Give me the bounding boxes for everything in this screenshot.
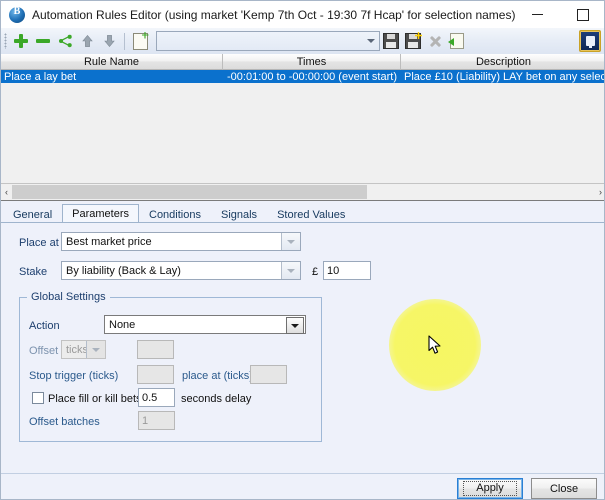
chevron-down-icon <box>92 347 100 352</box>
add-rule-button[interactable] <box>10 30 32 52</box>
minimize-icon[interactable] <box>515 1 560 28</box>
stake-dropdown-button[interactable] <box>281 262 300 279</box>
seconds-delay-label: seconds delay <box>181 393 252 405</box>
stake-value: By liability (Back & Lay) <box>66 264 181 277</box>
stake-amount-input[interactable]: 10 <box>323 261 371 280</box>
title-bar: Automation Rules Editor (using market 'K… <box>1 1 604 29</box>
offset-unit-value: ticks <box>66 343 88 356</box>
chevron-down-icon <box>287 268 295 273</box>
offset-unit-dropdown-button <box>86 341 105 358</box>
import-icon <box>448 33 464 49</box>
cell-description: Place £10 (Liability) LAY bet on any sel… <box>404 70 605 83</box>
chevron-down-icon <box>367 39 375 43</box>
tab-general[interactable]: General <box>3 206 62 223</box>
rule-set-combo[interactable] <box>156 31 380 51</box>
scroll-left-icon[interactable]: ‹ <box>1 184 12 200</box>
mouse-cursor <box>428 335 441 354</box>
arrow-up-icon <box>81 34 93 47</box>
share-icon <box>58 34 72 48</box>
delete-button[interactable] <box>424 30 446 52</box>
column-header-description[interactable]: Description <box>401 54 604 70</box>
toolbar-separator-1 <box>124 32 125 50</box>
new-document-button[interactable] <box>129 30 151 52</box>
offset-unit-combo: ticks <box>61 340 106 359</box>
move-up-button[interactable] <box>76 30 98 52</box>
tab-conditions[interactable]: Conditions <box>139 206 211 223</box>
tab-bar: General Parameters Conditions Signals St… <box>1 204 604 223</box>
close-x-icon <box>429 35 442 48</box>
scrollbar-track[interactable] <box>12 184 595 200</box>
tab-parameters[interactable]: Parameters <box>62 204 139 223</box>
action-dropdown-button[interactable] <box>286 317 304 334</box>
parameters-panel: Place at Best market price Stake By liab… <box>1 223 604 473</box>
apply-button-label: Apply <box>463 481 517 496</box>
fill-or-kill-delay-input[interactable]: 0.5 <box>138 388 175 407</box>
maximize-icon[interactable] <box>560 1 604 28</box>
fill-or-kill-label: Place fill or kill bets <box>48 393 142 405</box>
place-at-ticks-label: place at (ticks) <box>182 370 253 382</box>
rules-grid-header: Rule Name Times Description <box>1 54 604 70</box>
rules-grid-body: Place a lay bet -00:01:00 to -00:00:00 (… <box>1 70 605 184</box>
offset-label: Offset <box>29 345 59 357</box>
place-at-dropdown-button[interactable] <box>281 233 300 250</box>
remove-rule-button[interactable] <box>32 30 54 52</box>
footer-divider <box>1 473 604 474</box>
tab-signals[interactable]: Signals <box>211 206 267 223</box>
import-button[interactable] <box>446 30 468 52</box>
global-settings-title: Global Settings <box>27 291 110 303</box>
stop-trigger-label: Stop trigger (ticks) <box>29 370 119 382</box>
table-row[interactable]: Place a lay bet -00:01:00 to -00:00:00 (… <box>1 70 605 83</box>
place-at-label: Place at <box>19 237 59 249</box>
place-at-value: Best market price <box>66 235 152 248</box>
scrollbar-thumb[interactable] <box>12 185 367 199</box>
place-at-ticks-input <box>250 365 287 384</box>
pin-icon <box>585 36 595 48</box>
currency-symbol: £ <box>312 266 319 278</box>
app-icon <box>9 6 25 23</box>
stake-label: Stake <box>19 266 48 278</box>
automation-rules-editor-window: Automation Rules Editor (using market 'K… <box>0 0 605 500</box>
horizontal-scrollbar[interactable]: ‹ › <box>1 184 604 201</box>
toolbar-grip[interactable] <box>4 33 7 49</box>
save-icon <box>383 33 399 49</box>
toolbar <box>1 28 604 55</box>
apply-button[interactable]: Apply <box>457 478 523 499</box>
action-label: Action <box>29 320 60 332</box>
offset-value-input <box>137 340 174 359</box>
save-as-icon <box>405 32 422 49</box>
window-controls: ✕ <box>515 1 604 28</box>
branch-rule-button[interactable] <box>54 30 76 52</box>
plus-icon <box>14 34 28 48</box>
close-button[interactable]: Close <box>531 478 597 499</box>
arrow-down-icon <box>103 35 115 48</box>
new-document-icon <box>132 32 148 50</box>
save-as-button[interactable] <box>402 30 424 52</box>
chevron-down-icon <box>287 239 295 244</box>
cell-rule-name: Place a lay bet <box>4 70 77 83</box>
stop-trigger-input <box>137 365 174 384</box>
stake-combo[interactable]: By liability (Back & Lay) <box>61 261 301 280</box>
cell-times: -00:01:00 to -00:00:00 (event start) <box>227 70 397 83</box>
scroll-right-icon[interactable]: › <box>595 184 604 200</box>
window-title: Automation Rules Editor (using market 'K… <box>32 7 516 22</box>
action-combo[interactable]: None <box>104 315 306 334</box>
dialog-buttons: Apply Close <box>457 478 597 499</box>
place-at-combo[interactable]: Best market price <box>61 232 301 251</box>
action-value: None <box>109 318 136 331</box>
fill-or-kill-checkbox[interactable] <box>32 392 44 404</box>
offset-batches-label: Offset batches <box>29 416 100 428</box>
column-header-times[interactable]: Times <box>223 54 401 70</box>
offset-batches-input: 1 <box>138 411 175 430</box>
save-button[interactable] <box>380 30 402 52</box>
column-header-rule-name[interactable]: Rule Name <box>1 54 223 70</box>
minus-icon <box>36 34 50 48</box>
pin-button[interactable] <box>579 30 601 52</box>
tab-stored-values[interactable]: Stored Values <box>267 206 355 223</box>
move-down-button[interactable] <box>98 30 120 52</box>
chevron-down-icon <box>291 323 299 328</box>
